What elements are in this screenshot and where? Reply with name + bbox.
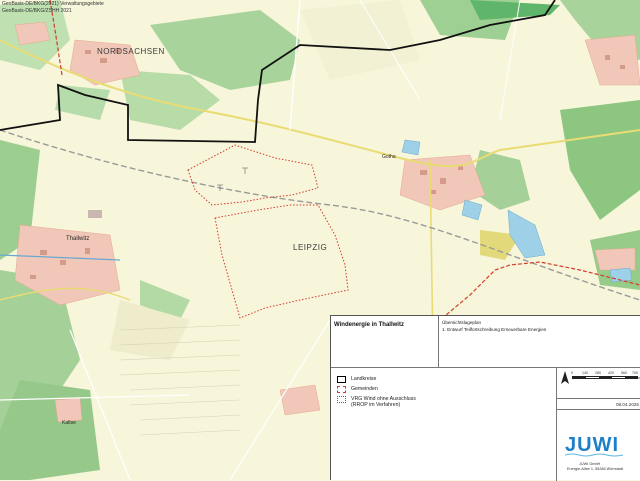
legend-subtitle-1: Übersichtslageplan <box>442 320 482 325</box>
legend-symbol-gemeinden <box>337 386 346 393</box>
company-address: Energie-Allee 1, 55286 Wörrstadt <box>567 467 624 471</box>
legend-symbol-vrg-wind <box>337 396 346 403</box>
legend-title-cell: Windenergie in Thallwitz <box>331 316 439 368</box>
legend-subtitle-2: 1. Entwurf Teilfortschreibung Erneuerbar… <box>442 327 547 332</box>
legend-item-landkreise: Landkreise <box>337 376 376 383</box>
legend-text-landkreise: Landkreise <box>351 376 377 382</box>
label-leipzig: LEIPZIG <box>293 243 328 252</box>
scale-bar <box>572 376 638 379</box>
north-arrow-icon <box>561 371 569 384</box>
logo-wave-icon <box>565 453 623 457</box>
label-bottom-village: Kaltse <box>62 420 76 426</box>
scale-tick-140: 140 <box>582 371 588 375</box>
legend-item-gemeinden: Gemeinden <box>337 386 378 393</box>
legend-date: 08.04.2025 <box>616 402 639 407</box>
legend-panel: Windenergie in Thallwitz Übersichtslagep… <box>330 315 640 481</box>
copyright-line-1: GeoBasis-DE/BKG(2021) Verwaltungsgebiete <box>2 1 104 7</box>
scale-tick-0: 0 <box>571 371 573 375</box>
scale-tick-700: 700 <box>632 371 638 375</box>
scale-tick-420: 420 <box>608 371 614 375</box>
company-name: JUWI GmbH <box>579 462 601 466</box>
legend-item-vrg-wind: VRG Wind ohne Ausschluss (RROP im Verfah… <box>337 396 416 409</box>
date-row: 08.04.2025 <box>557 398 640 410</box>
legend-subtitle-cell: Übersichtslageplan 1. Entwurf Teilfortsc… <box>439 316 640 368</box>
scale-tick-560: 560 <box>621 371 627 375</box>
copyright-line-2: GeoBasis-DE/BKG/ZSHH 2021 <box>2 8 72 14</box>
legend-text-gemeinden: Gemeinden <box>351 386 378 392</box>
legend-info-column: 0 140 280 420 560 700 m 08.04.2025 JUWI … <box>556 368 640 481</box>
label-nordsachsen: NORDSACHSEN <box>97 47 165 56</box>
label-thallwitz: Thallwitz <box>66 236 90 242</box>
legend-text-vrg-wind: VRG Wind ohne Ausschluss (RROP im Verfah… <box>351 396 416 409</box>
legend-symbol-landkreise <box>337 376 346 383</box>
label-north-town: Gotha <box>382 154 396 160</box>
legend-title: Windenergie in Thallwitz <box>334 322 404 328</box>
scale-tick-280: 280 <box>595 371 601 375</box>
